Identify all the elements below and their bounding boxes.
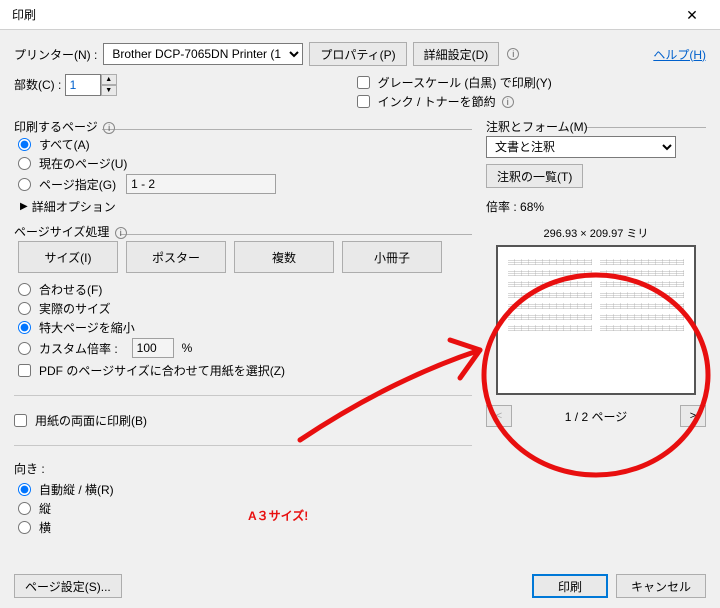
- printer-label: プリンター(N) :: [14, 46, 97, 63]
- annotation-list-button[interactable]: 注釈の一覧(T): [486, 164, 583, 188]
- range-pages-radio[interactable]: [18, 178, 31, 191]
- info-icon: i: [502, 96, 514, 108]
- annotation-select[interactable]: 文書と注釈: [486, 136, 676, 158]
- range-all-radio[interactable]: [18, 138, 31, 151]
- orient-portrait-radio[interactable]: [18, 502, 31, 515]
- orient-landscape-radio[interactable]: [18, 521, 31, 534]
- sizing-title: ページサイズ処理: [14, 223, 109, 244]
- ink-save-checkbox[interactable]: インク / トナーを節約i: [357, 93, 552, 110]
- info-icon: i: [103, 122, 115, 134]
- shrink-radio[interactable]: [18, 321, 31, 334]
- printer-select[interactable]: Brother DCP-7065DN Printer (1 コピー): [103, 43, 303, 65]
- advanced-options-toggle[interactable]: ▶詳細オプション: [20, 198, 472, 215]
- advanced-settings-button[interactable]: 詳細設定(D): [413, 42, 500, 66]
- triangle-right-icon: ▶: [20, 201, 28, 212]
- fit-radio[interactable]: [18, 283, 31, 296]
- custom-scale-radio[interactable]: [18, 342, 31, 355]
- copies-label: 部数(C) :: [14, 78, 61, 92]
- size-button[interactable]: サイズ(I): [18, 241, 118, 273]
- choose-paper-checkbox[interactable]: PDF のページサイズに合わせて用紙を選択(Z): [18, 362, 472, 379]
- print-preview: [496, 245, 696, 395]
- booklet-button[interactable]: 小冊子: [342, 241, 442, 273]
- page-range-input[interactable]: [126, 174, 276, 194]
- actual-size-radio[interactable]: [18, 302, 31, 315]
- duplex-checkbox[interactable]: 用紙の両面に印刷(B): [14, 412, 472, 429]
- info-icon: i: [115, 227, 127, 239]
- preview-dimensions: 296.93 × 209.97 ミリ: [486, 225, 706, 241]
- scale-value: 68%: [520, 200, 544, 214]
- dialog-title: 印刷: [8, 6, 672, 23]
- next-page-button[interactable]: >: [680, 405, 706, 427]
- range-current-radio[interactable]: [18, 157, 31, 170]
- annotation-title: 注釈とフォーム(M): [486, 120, 588, 134]
- custom-scale-input[interactable]: [132, 338, 174, 358]
- print-range-title: 印刷するページ: [14, 118, 98, 139]
- multiple-button[interactable]: 複数: [234, 241, 334, 273]
- prev-page-button[interactable]: <: [486, 405, 512, 427]
- properties-button[interactable]: プロパティ(P): [309, 42, 406, 66]
- orientation-title: 向き :: [14, 460, 472, 477]
- grayscale-checkbox[interactable]: グレースケール (白黒) で印刷(Y): [357, 74, 552, 91]
- copies-up[interactable]: ▲: [101, 74, 117, 85]
- print-button[interactable]: 印刷: [532, 574, 608, 598]
- orient-auto-radio[interactable]: [18, 483, 31, 496]
- help-link[interactable]: ヘルプ(H): [653, 46, 706, 63]
- copies-down[interactable]: ▼: [101, 85, 117, 96]
- poster-button[interactable]: ポスター: [126, 241, 226, 273]
- page-indicator: 1 / 2 ページ: [518, 408, 674, 425]
- page-setup-button[interactable]: ページ設定(S)...: [14, 574, 122, 598]
- close-icon[interactable]: ✕: [672, 1, 712, 29]
- scale-label: 倍率 :: [486, 200, 517, 214]
- info-icon: i: [507, 48, 519, 60]
- cancel-button[interactable]: キャンセル: [616, 574, 706, 598]
- copies-input[interactable]: [65, 74, 101, 96]
